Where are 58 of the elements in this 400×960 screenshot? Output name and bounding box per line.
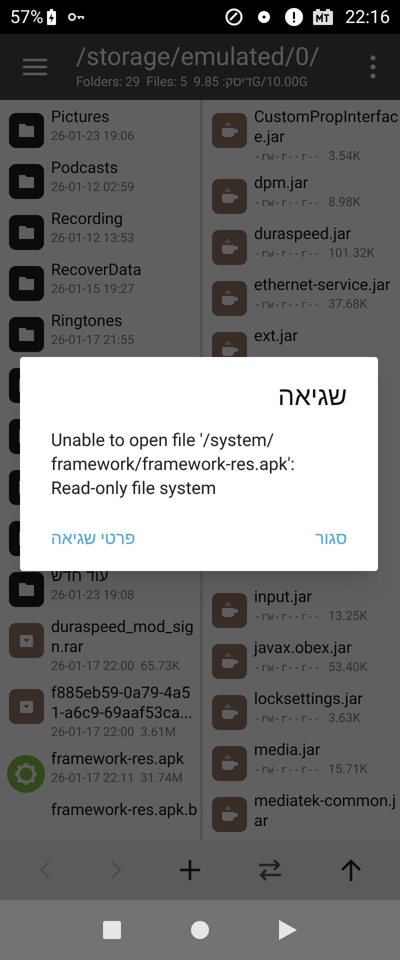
dialog-button[interactable]: סגור [315, 527, 347, 551]
archive-icon [8, 689, 44, 724]
file-name: media.jar [254, 740, 322, 760]
coffee-cup-icon [212, 746, 246, 781]
file-row[interactable]: framework-res.apk.b [0, 797, 200, 840]
file-row[interactable]: mediatek-common.j ar [203, 788, 400, 839]
home-button[interactable] [191, 921, 209, 939]
coffee-cup-icon [212, 797, 246, 832]
file-name: duraspeed.jar [254, 224, 352, 244]
file-name: dpm.jar [254, 173, 310, 193]
file-name: mediatek-common.j ar [254, 791, 396, 831]
file-name: duraspeed_mod_sig n.rar [51, 617, 194, 657]
sim-card-icon [313, 9, 334, 25]
file-name: f885eb59-0a79-4a5 1-a6c9-69aaf53ca... [51, 683, 193, 723]
back-button[interactable] [279, 920, 297, 940]
archive-icon [8, 623, 44, 658]
up-arrow-icon[interactable] [340, 858, 362, 882]
coffee-cup-icon [212, 695, 246, 730]
alert-icon [285, 8, 304, 26]
speedometer-icon [225, 8, 244, 26]
file-name: framework-res.apk.b [51, 800, 198, 820]
folder-icon [8, 164, 44, 199]
file-name: ethernet-service.jar [254, 275, 390, 295]
key-icon [68, 13, 86, 21]
file-name: ext.jar [254, 326, 298, 346]
dialog-button[interactable]: פרטי שגיאה [51, 527, 136, 551]
file-name: javax.obex.jar [254, 638, 353, 658]
file-name: Podcasts [51, 158, 119, 178]
file-name: Ringtones [51, 311, 124, 331]
folder-icon [8, 113, 44, 148]
folder-icon [8, 215, 44, 250]
battery-icon [47, 9, 56, 25]
dialog-title: שגיאה [276, 381, 347, 414]
file-name: Recording [51, 209, 124, 229]
folder-icon [8, 317, 44, 352]
file-name: framework-res.apk [51, 749, 184, 769]
storage-summary: Folders: 29 Files: 5 9.85 :דיסקG/10.00G [76, 74, 309, 92]
plus-icon[interactable] [178, 859, 201, 881]
coffee-cup-icon [212, 593, 246, 628]
file-name: locksettings.jar [254, 689, 363, 709]
battery-percentage: 57% [10, 6, 44, 30]
dialog-message: Unable to open file '/system/ framework/framework-res.apk': Read-only file system [51, 430, 296, 501]
path-title: /storage/emulated/0/ [76, 43, 320, 74]
coffee-cup-icon [212, 230, 246, 265]
gear-icon [7, 755, 45, 793]
clock: 22:16 [345, 6, 390, 30]
file-name: עוד חדש [51, 566, 110, 586]
folder-icon [8, 266, 44, 301]
coffee-cup-icon [212, 281, 246, 316]
coffee-cup-icon [212, 179, 246, 214]
file-name: Pictures [51, 107, 110, 127]
file-name: RecoverData [51, 260, 142, 280]
file-name: CustomPropInterfac e.jar [254, 107, 398, 147]
folder-icon [8, 572, 44, 607]
coffee-cup-icon [212, 644, 246, 679]
file-name: input.jar [254, 587, 313, 607]
swap-arrows-icon[interactable] [257, 859, 284, 881]
coffee-cup-icon [212, 113, 246, 148]
